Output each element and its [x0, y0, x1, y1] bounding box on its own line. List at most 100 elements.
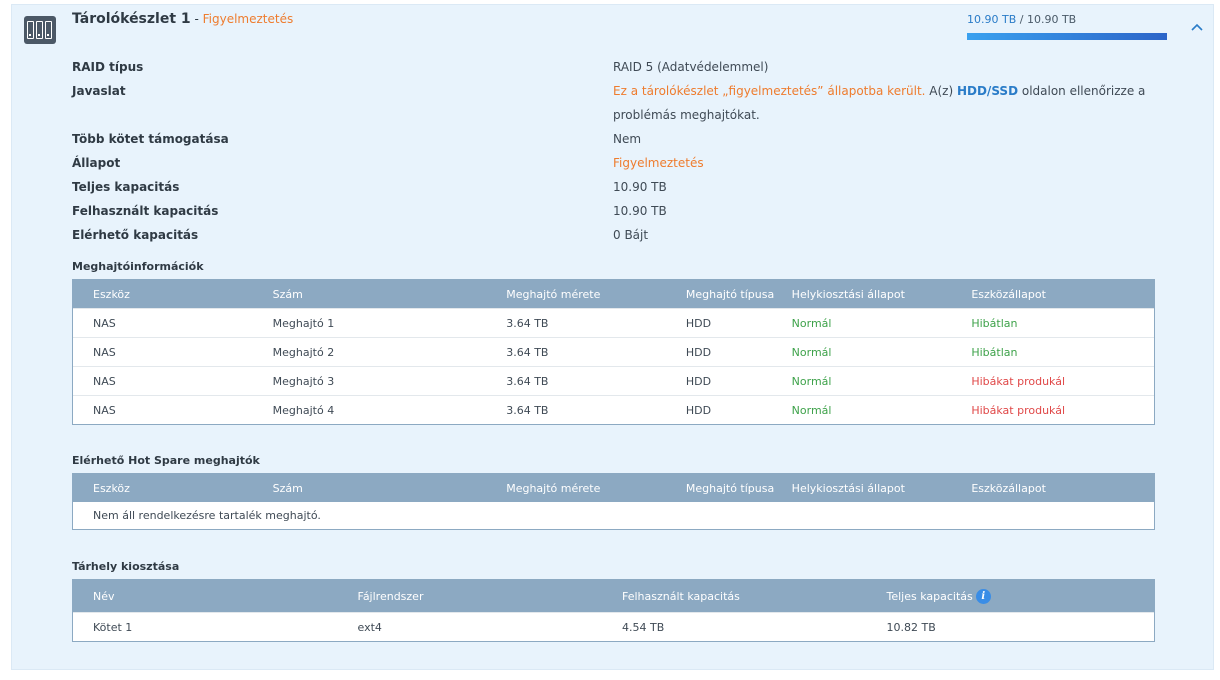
cell-device: NAS — [93, 345, 116, 359]
prop-value: Figyelmeztetés — [613, 151, 1163, 175]
hot-spare-table: Eszköz Szám Meghajtó mérete Meghajtó típ… — [72, 473, 1155, 530]
pool-header: Tárolókészlet 1 - Figyelmeztetés — [72, 11, 293, 27]
table-row[interactable]: NAS Meghajtó 4 3.64 TB HDD Normál Hibáka… — [73, 395, 1154, 424]
cell-number: Meghajtó 2 — [272, 345, 335, 359]
cell-used: 4.54 TB — [622, 620, 665, 634]
advice-mid-text: A(z) — [925, 84, 957, 98]
prop-label: Állapot — [72, 156, 121, 170]
storage-pool-panel: Tárolókészlet 1 - Figyelmeztetés 10.90 T… — [11, 4, 1214, 670]
usage-bar-fill — [967, 33, 1167, 40]
prop-label: Javaslat — [72, 84, 126, 98]
advice-rest-text-2: problémás meghajtókat. — [613, 108, 760, 122]
pool-title: Tárolókészlet 1 — [72, 11, 191, 27]
col-header[interactable]: Meghajtó típusa — [686, 482, 792, 495]
col-header-label: Teljes kapacitás — [886, 589, 973, 603]
cell-alloc-status: Normál — [791, 316, 832, 330]
prop-label: Teljes kapacitás — [72, 180, 180, 194]
table-header: Eszköz Szám Meghajtó mérete Meghajtó típ… — [73, 474, 1154, 502]
col-header[interactable]: Helykiosztási állapot — [792, 288, 972, 301]
cell-size: 3.64 TB — [506, 374, 549, 388]
storage-pool-icon — [24, 16, 56, 44]
prop-value: RAID 5 (Adatvédelemmel) — [613, 60, 769, 74]
cell-size: 3.64 TB — [506, 345, 549, 359]
cell-type: HDD — [685, 374, 712, 388]
col-header[interactable]: Fájlrendszer — [358, 590, 623, 603]
col-header[interactable]: Név — [73, 590, 358, 603]
cell-health-status: Hibátlan — [971, 345, 1018, 359]
col-header[interactable]: Meghajtó típusa — [686, 288, 792, 301]
volume-allocation-title: Tárhely kiosztása — [72, 560, 180, 573]
table-row[interactable]: Kötet 1 ext4 4.54 TB 10.82 TB — [73, 612, 1154, 641]
col-header[interactable]: Szám — [273, 288, 507, 301]
col-header-total[interactable]: Teljes kapacitás i — [886, 588, 1155, 604]
cell-device: NAS — [93, 374, 116, 388]
cell-total: 10.82 TB — [886, 620, 936, 634]
hot-spare-title: Elérhető Hot Spare meghajtók — [72, 454, 260, 467]
state-warning: Figyelmeztetés — [613, 156, 704, 170]
usage-used: 10.90 TB — [967, 13, 1017, 26]
cell-size: 3.64 TB — [506, 403, 549, 417]
cell-number: Meghajtó 4 — [272, 403, 335, 417]
prop-value: 10.90 TB — [613, 180, 667, 194]
cell-device: NAS — [93, 403, 116, 417]
empty-message: Nem áll rendelkezésre tartalék meghajtó. — [93, 509, 321, 522]
col-header[interactable]: Helykiosztási állapot — [792, 482, 972, 495]
col-header[interactable]: Meghajtó mérete — [506, 288, 686, 301]
info-icon[interactable]: i — [975, 588, 991, 604]
col-header[interactable]: Eszközállapot — [971, 482, 1154, 495]
prop-label: Több kötet támogatása — [72, 132, 229, 146]
prop-label: Felhasznált kapacitás — [72, 204, 219, 218]
chevron-up-icon[interactable] — [1188, 19, 1206, 37]
prop-value: Ez a tárolókészlet „figyelmeztetés” álla… — [613, 79, 1163, 127]
table-row[interactable]: NAS Meghajtó 2 3.64 TB HDD Normál Hibátl… — [73, 337, 1154, 366]
usage-readout: 10.90 TB / 10.90 TB — [967, 13, 1076, 26]
drive-info-title: Meghajtóinformációk — [72, 260, 204, 273]
drive-info-table: Eszköz Szám Meghajtó mérete Meghajtó típ… — [72, 279, 1155, 425]
table-row[interactable]: NAS Meghajtó 1 3.64 TB HDD Normál Hibátl… — [73, 308, 1154, 337]
hdd-ssd-link[interactable]: HDD/SSD — [957, 84, 1018, 98]
cell-alloc-status: Normál — [791, 345, 832, 359]
cell-type: HDD — [685, 316, 712, 330]
cell-health-status: Hibátlan — [971, 316, 1018, 330]
prop-used-capacity: Felhasznált kapacitás 10.90 TB — [72, 199, 1172, 223]
prop-value: Nem — [613, 132, 642, 146]
cell-type: HDD — [685, 403, 712, 417]
advice-rest-text: oldalon ellenőrizze a — [1018, 84, 1146, 98]
prop-value: 0 Bájt — [613, 228, 649, 242]
prop-advice: Javaslat Ez a tárolókészlet „figyelmezte… — [72, 79, 1172, 127]
cell-alloc-status: Normál — [791, 374, 832, 388]
usage-slash: / — [1016, 13, 1027, 26]
volume-table: Név Fájlrendszer Felhasznált kapacitás T… — [72, 579, 1155, 642]
cell-filesystem: ext4 — [357, 620, 382, 634]
cell-number: Meghajtó 3 — [272, 374, 335, 388]
prop-raid: RAID típus RAID 5 (Adatvédelemmel) — [72, 55, 1172, 79]
cell-name: Kötet 1 — [93, 620, 133, 634]
cell-size: 3.64 TB — [506, 316, 549, 330]
cell-health-status: Hibákat produkál — [971, 374, 1066, 388]
table-row[interactable]: NAS Meghajtó 3 3.64 TB HDD Normál Hibáka… — [73, 366, 1154, 395]
prop-label: RAID típus — [72, 60, 144, 74]
prop-available-capacity: Elérhető kapacitás 0 Bájt — [72, 223, 1172, 247]
prop-label: Elérhető kapacitás — [72, 228, 199, 242]
col-header[interactable]: Eszközállapot — [971, 288, 1154, 301]
cell-device: NAS — [93, 316, 116, 330]
table-header: Név Fájlrendszer Felhasznált kapacitás T… — [73, 580, 1154, 612]
col-header[interactable]: Eszköz — [73, 482, 273, 495]
cell-alloc-status: Normál — [791, 403, 832, 417]
col-header[interactable]: Meghajtó mérete — [506, 482, 686, 495]
pool-properties: RAID típus RAID 5 (Adatvédelemmel) Javas… — [72, 55, 1172, 247]
prop-state: Állapot Figyelmeztetés — [72, 151, 1172, 175]
col-header[interactable]: Eszköz — [73, 288, 273, 301]
col-header[interactable]: Felhasznált kapacitás — [622, 590, 887, 603]
cell-health-status: Hibákat produkál — [971, 403, 1066, 417]
title-separator: - — [190, 12, 203, 26]
prop-value: 10.90 TB — [613, 204, 667, 218]
col-header[interactable]: Szám — [273, 482, 507, 495]
cell-number: Meghajtó 1 — [272, 316, 335, 330]
usage-bar — [967, 33, 1167, 40]
usage-total: 10.90 TB — [1026, 13, 1077, 26]
cell-type: HDD — [685, 345, 712, 359]
pool-status-warning: Figyelmeztetés — [202, 12, 294, 26]
advice-warning-text: Ez a tárolókészlet „figyelmeztetés” álla… — [613, 84, 926, 98]
prop-multi-volume: Több kötet támogatása Nem — [72, 127, 1172, 151]
